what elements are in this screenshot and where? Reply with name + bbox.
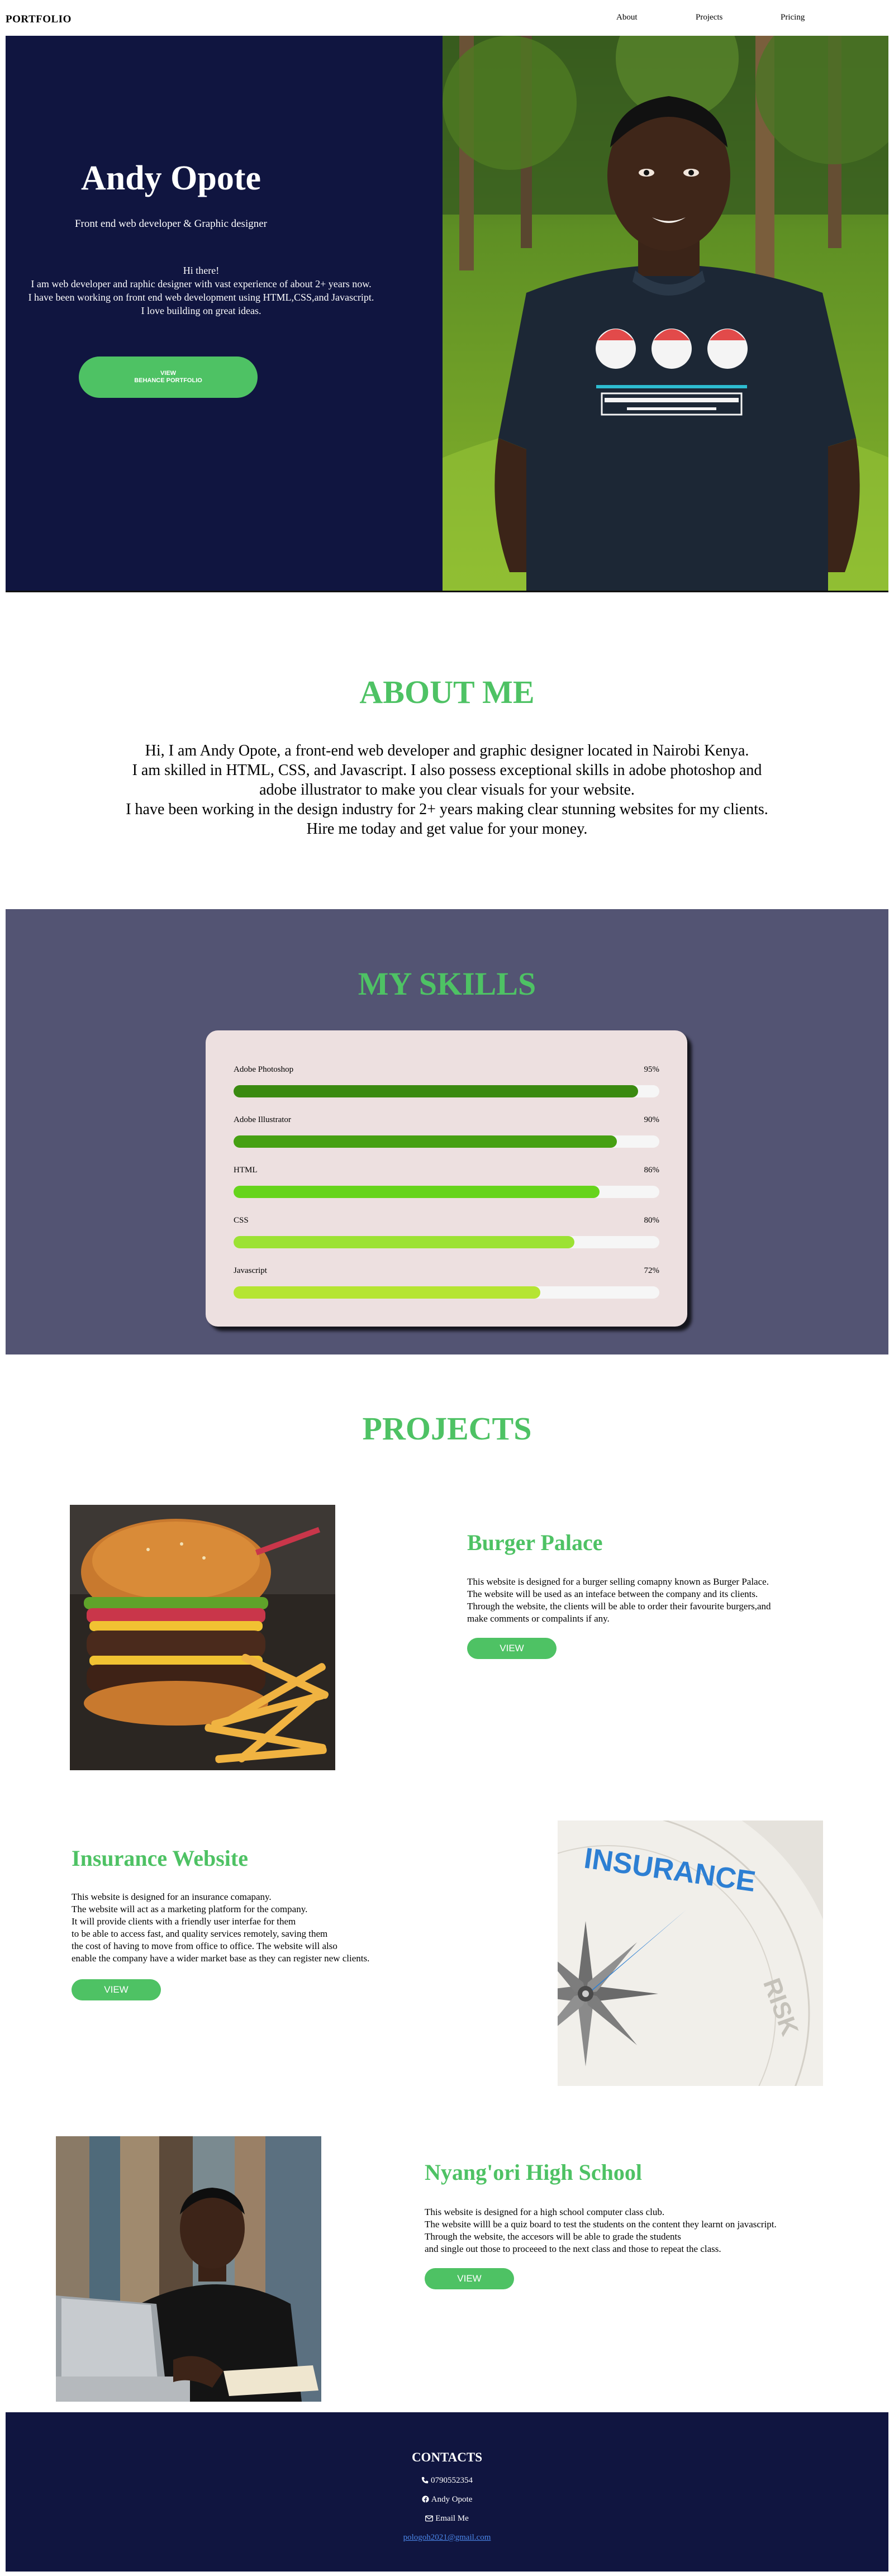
contacts-footer: CONTACTS 0790552354 Andy Opote Email Me … — [6, 2412, 888, 2572]
skill-row: Adobe Illustrator 90% — [234, 1115, 659, 1149]
project-title: Insurance Website — [72, 1846, 248, 1871]
hero-bio-line: I have been working on front end web dev… — [28, 292, 374, 303]
skill-percent: 80% — [644, 1216, 660, 1225]
about-line: Hi, I am Andy Opote, a front-end web dev… — [145, 742, 749, 759]
project-view-button[interactable]: VIEW — [425, 2268, 514, 2289]
skill-progress-track — [234, 1236, 659, 1248]
about-line: adobe illustrator to make you clear visu… — [259, 781, 635, 799]
facebook-contact[interactable]: Andy Opote — [6, 2495, 888, 2506]
skill-progress-track — [234, 1186, 659, 1198]
skill-row: HTML 86% — [234, 1166, 659, 1199]
skill-percent: 86% — [644, 1166, 660, 1175]
hero-bio: Hi there! I am web developer and raphic … — [6, 264, 397, 317]
skill-progress-fill — [234, 1286, 540, 1299]
skill-percent: 90% — [644, 1115, 660, 1124]
hero-name: Andy Opote — [80, 159, 261, 197]
projects-title: PROJECTS — [362, 1410, 532, 1447]
skill-row: Javascript 72% — [234, 1266, 659, 1300]
hero-divider — [6, 591, 888, 592]
skill-percent: 72% — [644, 1266, 660, 1275]
about-title: ABOUT ME — [359, 674, 535, 710]
top-navbar: PORTFOLIO About Projects Pricing — [0, 0, 894, 36]
skill-progress-track — [234, 1286, 659, 1299]
skill-row: CSS 80% — [234, 1216, 659, 1249]
portrait-photo-icon — [443, 36, 888, 592]
phone-icon — [421, 2477, 429, 2487]
envelope-icon — [425, 2515, 434, 2525]
button-label-line: BEHANCE PORTFOLIO — [134, 377, 202, 384]
project-description: This website is designed for an insuranc… — [72, 1891, 370, 1964]
view-behance-portfolio-button[interactable]: VIEW BEHANCE PORTFOLIO — [79, 357, 258, 398]
skill-progress-track — [234, 1085, 659, 1097]
burger-photo-icon — [70, 1505, 335, 1770]
phone-number: 0790552354 — [431, 2476, 473, 2485]
brand-logo[interactable]: PORTFOLIO — [6, 13, 72, 26]
skill-progress-fill — [234, 1236, 574, 1248]
email-address-row: pologoh2021@gmail.com — [6, 2533, 888, 2542]
skills-section: MY SKILLS Adobe Photoshop 95% Adobe Illu… — [6, 909, 888, 1354]
skill-progress-fill — [234, 1135, 617, 1148]
student-laptop-photo-icon — [56, 2136, 321, 2402]
facebook-name: Andy Opote — [431, 2495, 473, 2504]
project-view-button[interactable]: VIEW — [72, 1979, 161, 2000]
email-label: Email Me — [435, 2514, 469, 2523]
skill-progress-track — [234, 1135, 659, 1148]
project-description: This website is designed for a high scho… — [425, 2207, 777, 2254]
hero-tagline: Front end web developer & Graphic design… — [74, 218, 267, 230]
hero-bio-line: Hi there! — [183, 265, 220, 276]
skills-card: Adobe Photoshop 95% Adobe Illustrator 90… — [206, 1030, 687, 1327]
skill-percent: 95% — [644, 1065, 660, 1074]
about-text: Hi, I am Andy Opote, a front-end web dev… — [0, 741, 894, 839]
skill-progress-fill — [234, 1186, 600, 1198]
about-line: I have been working in the design indust… — [126, 801, 768, 818]
student-laptop-photo — [56, 2136, 321, 2402]
skill-name: Adobe Illustrator — [234, 1115, 291, 1124]
insurance-compass-photo: INSURANCE RISK — [558, 1821, 823, 2086]
hero-bio-line: I am web developer and raphic designer w… — [31, 278, 372, 289]
hero-portrait-photo — [443, 36, 888, 592]
button-label-line: VIEW — [160, 370, 177, 377]
project-view-button[interactable]: VIEW — [467, 1638, 557, 1659]
hero-section: Andy Opote Front end web developer & Gra… — [6, 36, 888, 592]
insurance-compass-photo-icon: INSURANCE RISK — [558, 1821, 823, 2086]
facebook-icon — [422, 2496, 429, 2506]
hero-bio-line: I love building on great ideas. — [141, 305, 261, 316]
skill-name: Adobe Photoshop — [234, 1065, 294, 1074]
project-title: Burger Palace — [467, 1530, 603, 1555]
skill-name: Javascript — [234, 1266, 267, 1275]
about-line: I am skilled in HTML, CSS, and Javascrip… — [132, 762, 762, 779]
burger-photo — [70, 1505, 335, 1770]
email-contact[interactable]: Email Me — [6, 2514, 888, 2525]
contacts-title: CONTACTS — [411, 2450, 483, 2464]
skill-progress-fill — [234, 1085, 638, 1097]
skills-title: MY SKILLS — [358, 966, 536, 1002]
email-address-link[interactable]: pologoh2021@gmail.com — [403, 2533, 491, 2542]
nav-link-projects[interactable]: Projects — [696, 13, 722, 22]
project-title: Nyang'ori High School — [425, 2160, 642, 2185]
nav-link-pricing[interactable]: Pricing — [781, 13, 805, 22]
skill-name: CSS — [234, 1216, 249, 1225]
skill-name: HTML — [234, 1166, 258, 1175]
about-line: Hire me today and get value for your mon… — [306, 820, 588, 838]
nav-link-about[interactable]: About — [616, 13, 638, 22]
skill-row: Adobe Photoshop 95% — [234, 1065, 659, 1099]
phone-contact: 0790552354 — [6, 2476, 888, 2487]
hero-intro-panel: Andy Opote Front end web developer & Gra… — [6, 36, 443, 592]
project-description: This website is designed for a burger se… — [467, 1576, 771, 1624]
